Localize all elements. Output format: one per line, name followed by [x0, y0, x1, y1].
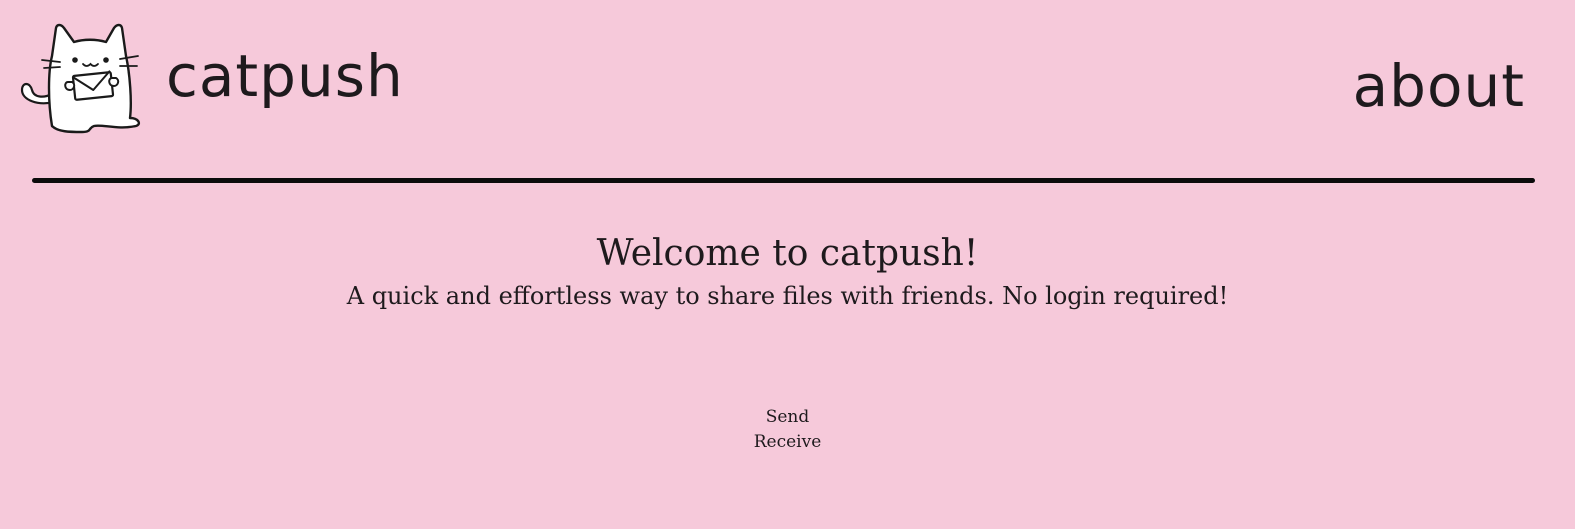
- site-header: catpush about: [0, 0, 1575, 180]
- action-menu: Send Receive: [0, 405, 1575, 455]
- send-link[interactable]: Send: [766, 405, 810, 430]
- home-logo-link[interactable]: catpush: [18, 22, 404, 134]
- brand-name: catpush: [166, 42, 404, 110]
- about-link[interactable]: about: [1353, 57, 1525, 115]
- header-divider: [32, 178, 1535, 183]
- hero-section: Welcome to catpush! A quick and effortle…: [0, 230, 1575, 314]
- page-title: Welcome to catpush!: [596, 233, 979, 274]
- cat-holding-envelope-icon: [20, 23, 141, 134]
- receive-link[interactable]: Receive: [754, 430, 822, 455]
- page-subtitle: A quick and effortless way to share file…: [346, 282, 1229, 310]
